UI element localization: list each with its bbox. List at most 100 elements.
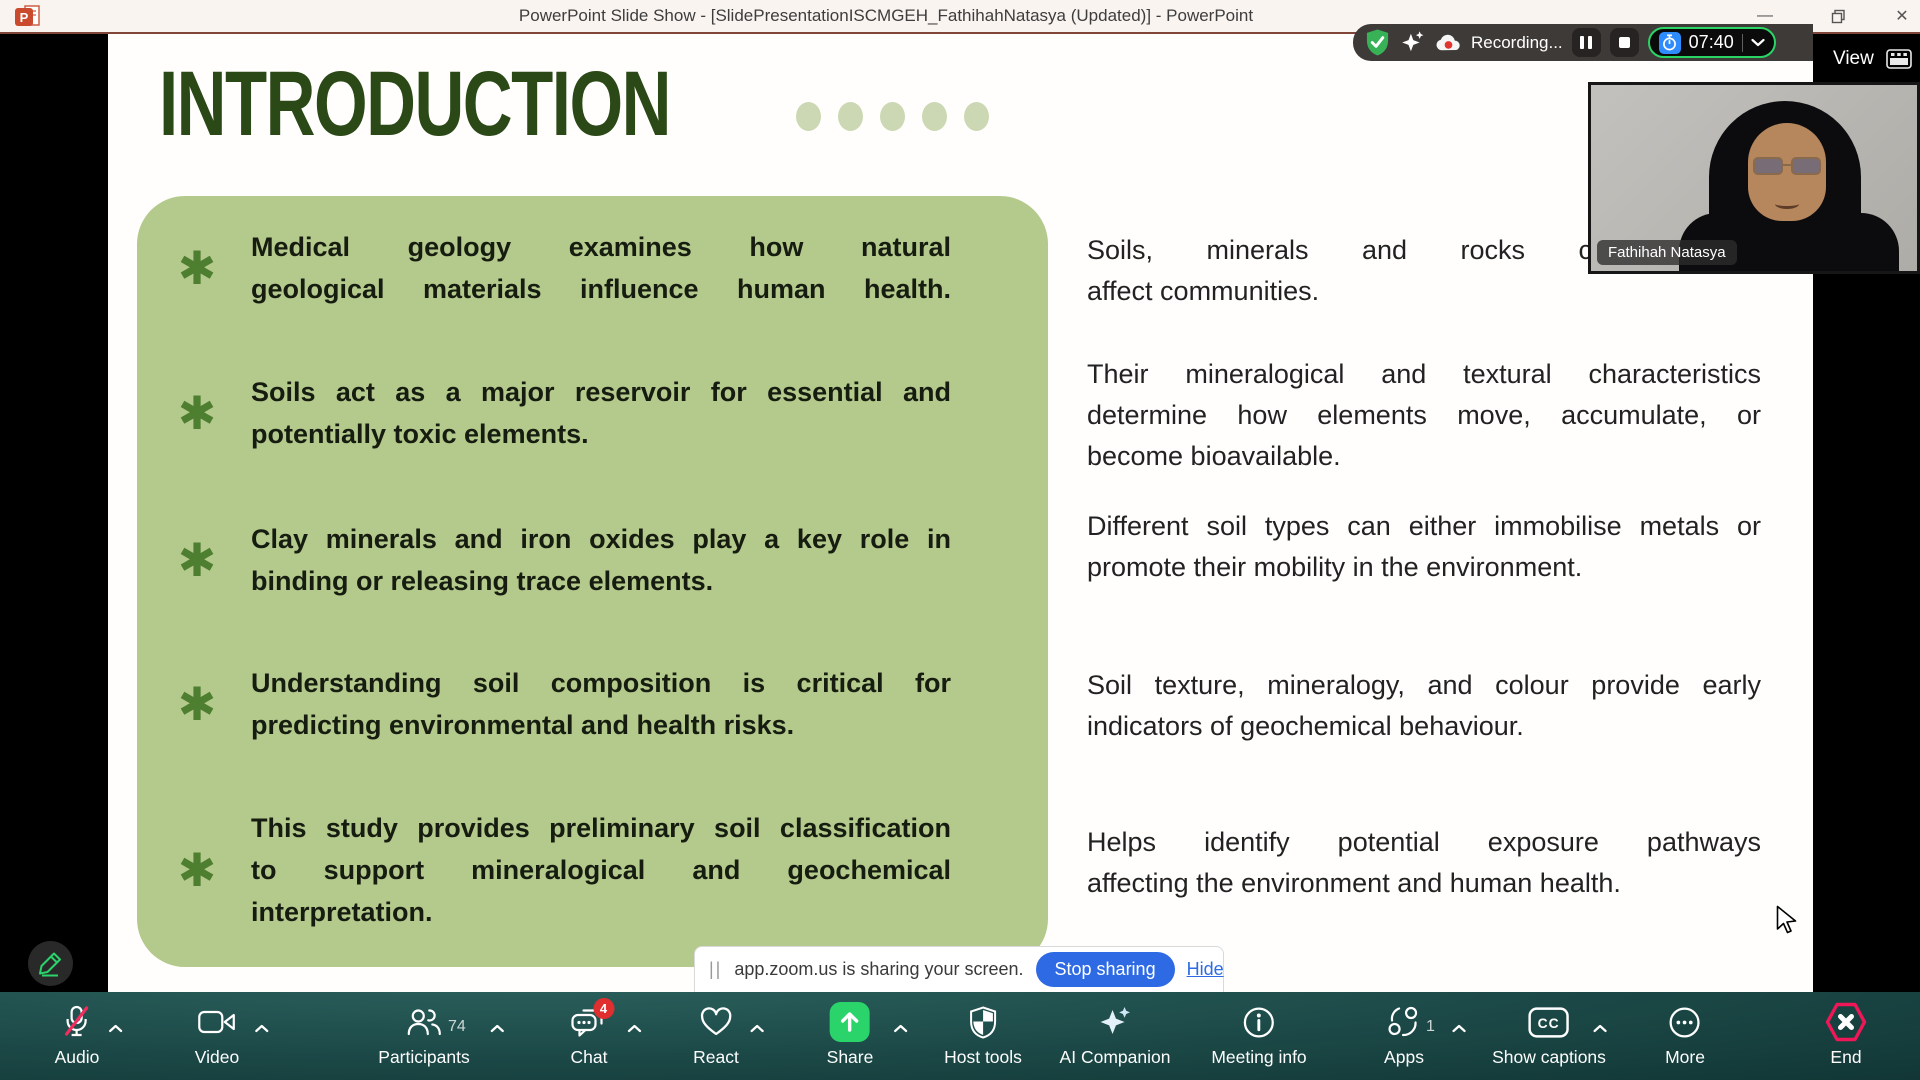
slide-paragraph: Soil texture, mineralogy, and colour pro… [1087,665,1761,747]
end-hexagon-x-icon [1822,1001,1870,1043]
restore-button[interactable] [1815,0,1861,32]
chevron-up-icon[interactable] [490,1024,504,1033]
hide-link[interactable]: Hide [1187,959,1224,980]
bullet-item: ✱ Clay minerals and iron oxides play a k… [137,518,1048,602]
stop-sharing-button[interactable]: Stop sharing [1036,952,1175,987]
heart-icon [699,1007,733,1038]
chevron-up-icon[interactable] [627,1024,641,1033]
toolbar-label: Apps [1384,1047,1424,1068]
left-black-strip [0,34,108,992]
ai-sparkle-icon[interactable] [1399,29,1426,56]
timer-clock-icon [1659,32,1681,54]
toolbar-label: Meeting info [1211,1047,1306,1068]
pause-icon [1580,36,1584,49]
ai-sparkle-icon [1097,1004,1133,1040]
slide-title: INTRODUCTION [159,52,670,157]
end-meeting-button[interactable]: End [1822,1002,1870,1068]
slide-paragraph: Their mineralogical and textural charact… [1087,354,1761,477]
bullet-panel: ✱ Medical geology examines how naturalge… [137,196,1048,967]
bullet-text: Soils act as a major reservoir for essen… [251,371,951,455]
self-video-thumbnail[interactable]: Fathihah Natasya [1588,82,1920,274]
share-up-arrow-icon [830,1002,870,1042]
chevron-up-icon[interactable] [1452,1024,1466,1033]
chevron-up-icon[interactable] [255,1024,269,1033]
asterisk-bullet-icon: ✱ [175,681,219,727]
chevron-up-icon[interactable] [109,1024,123,1033]
host-tools-button[interactable]: Host tools [944,1002,1022,1068]
bullet-text: Understanding soil composition is critic… [251,662,951,746]
slide-dot [964,102,989,131]
more-button[interactable]: More [1665,1002,1705,1068]
bullet-item: ✱ This study provides preliminary soil c… [137,807,1048,933]
toolbar-label: AI Companion [1060,1047,1171,1068]
recording-status-label: Recording... [1471,33,1563,53]
chevron-up-icon[interactable] [894,1024,908,1033]
toolbar-label: Show captions [1492,1047,1606,1068]
person-smile [1775,199,1799,209]
toolbar-label: Host tools [944,1047,1022,1068]
participants-button[interactable]: 74 Participants [378,1002,469,1068]
security-shield-icon[interactable] [1365,28,1390,57]
view-menu-button[interactable]: View [1813,34,1920,70]
closed-captions-icon: CC [1528,1007,1569,1038]
bullet-text: Medical geology examines how naturalgeol… [251,226,951,310]
chat-unread-badge: 4 [593,998,614,1019]
cloud-recording-icon [1435,33,1462,53]
screen-share-notification: || app.zoom.us is sharing your screen. S… [694,946,1224,993]
pause-icon [1588,36,1592,49]
meeting-info-button[interactable]: Meeting info [1211,1002,1306,1068]
bullet-text: This study provides preliminary soil cla… [251,807,951,933]
zoom-meeting-topbar: Recording... 07:40 [1353,24,1813,61]
gallery-view-icon [1886,49,1912,69]
toolbar-label: Chat [571,1047,608,1068]
pause-share-icon[interactable]: || [709,959,722,980]
ellipsis-circle-icon [1669,1006,1702,1039]
video-camera-icon [198,1009,236,1035]
slide-dot [838,102,863,131]
stop-recording-button[interactable] [1610,28,1639,57]
zoom-toolbar: Audio Video 74 Participants 4 Chat [0,992,1920,1080]
toolbar-label: React [693,1047,739,1068]
share-button[interactable]: Share [827,1002,874,1068]
meeting-timer[interactable]: 07:40 [1648,27,1776,58]
close-button[interactable]: ✕ [1879,0,1920,32]
pencil-icon [38,950,64,977]
pause-recording-button[interactable] [1572,28,1601,57]
asterisk-bullet-icon: ✱ [175,847,219,893]
toolbar-label: More [1665,1047,1705,1068]
annotate-button[interactable] [28,941,73,986]
asterisk-bullet-icon: ✱ [175,390,219,436]
title-dots [796,102,989,131]
chevron-down-icon[interactable] [1751,38,1765,47]
show-captions-button[interactable]: CC Show captions [1492,1002,1606,1068]
share-message: app.zoom.us is sharing your screen. [734,959,1023,980]
slide-dot [922,102,947,131]
react-button[interactable]: React [693,1002,739,1068]
chevron-up-icon[interactable] [750,1024,764,1033]
toolbar-label: Share [827,1047,874,1068]
mouse-cursor [1776,905,1798,935]
timer-value: 07:40 [1689,32,1734,53]
video-button[interactable]: Video [195,1002,239,1068]
slide-paragraph: Different soil types can either immobili… [1087,506,1761,588]
apps-button[interactable]: 1 Apps [1384,1002,1424,1068]
glasses-lens [1753,157,1783,175]
slide-canvas: INTRODUCTION ✱ Medical geology examines … [108,34,1813,992]
screen: P PowerPoint Slide Show - [SlidePresenta… [0,0,1920,1080]
audio-button[interactable]: Audio [55,1002,100,1068]
info-circle-icon [1243,1006,1276,1039]
slide-dot [880,102,905,131]
microphone-muted-icon [63,1005,91,1039]
glasses-bridge [1783,164,1791,166]
toolbar-label: Video [195,1047,239,1068]
view-label: View [1833,48,1874,70]
bullet-item: ✱ Understanding soil composition is crit… [137,662,1048,746]
chevron-up-icon[interactable] [1593,1024,1607,1033]
apps-count: 1 [1426,1018,1435,1036]
bullet-item: ✱ Medical geology examines how naturalge… [137,226,1048,310]
divider [1742,34,1743,52]
apps-circles-icon [1386,1005,1422,1039]
ai-companion-button[interactable]: AI Companion [1060,1002,1171,1068]
chat-button[interactable]: 4 Chat [571,1002,608,1068]
stop-icon [1619,37,1630,48]
